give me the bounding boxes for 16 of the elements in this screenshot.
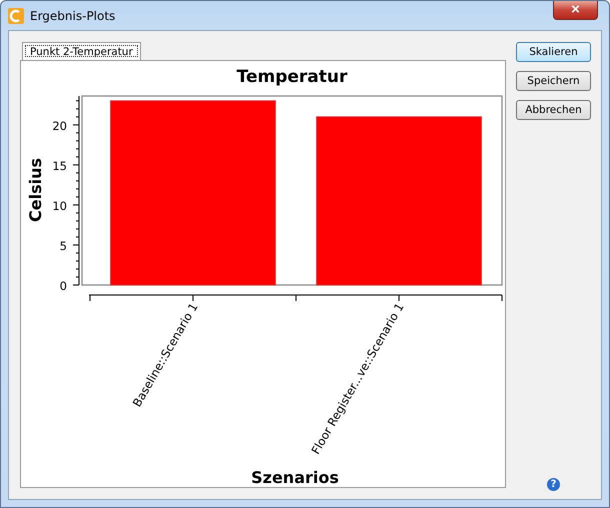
y-tick-label: 0 — [60, 279, 67, 293]
y-tick-label: 10 — [52, 198, 67, 213]
dialog-button[interactable]: Skalieren — [516, 42, 591, 62]
y-axis-title: Celsius — [26, 158, 45, 222]
y-tick-label: 5 — [60, 238, 67, 253]
dialog-button[interactable]: Abbrechen — [516, 100, 591, 120]
dialog-button[interactable]: Speichern — [516, 71, 591, 91]
tab[interactable]: Punkt 2-Temperatur — [22, 42, 141, 60]
y-tick-label: 15 — [52, 158, 67, 173]
window-title: Ergebnis-Plots — [30, 8, 116, 22]
app-logo-icon — [8, 8, 24, 24]
chart-title: Temperatur — [236, 67, 348, 87]
help-icon[interactable]: ? — [547, 478, 560, 491]
x-axis-title: Szenarios — [251, 468, 339, 487]
y-tick-label: 20 — [52, 118, 67, 133]
close-button[interactable]: × — [553, 1, 598, 20]
